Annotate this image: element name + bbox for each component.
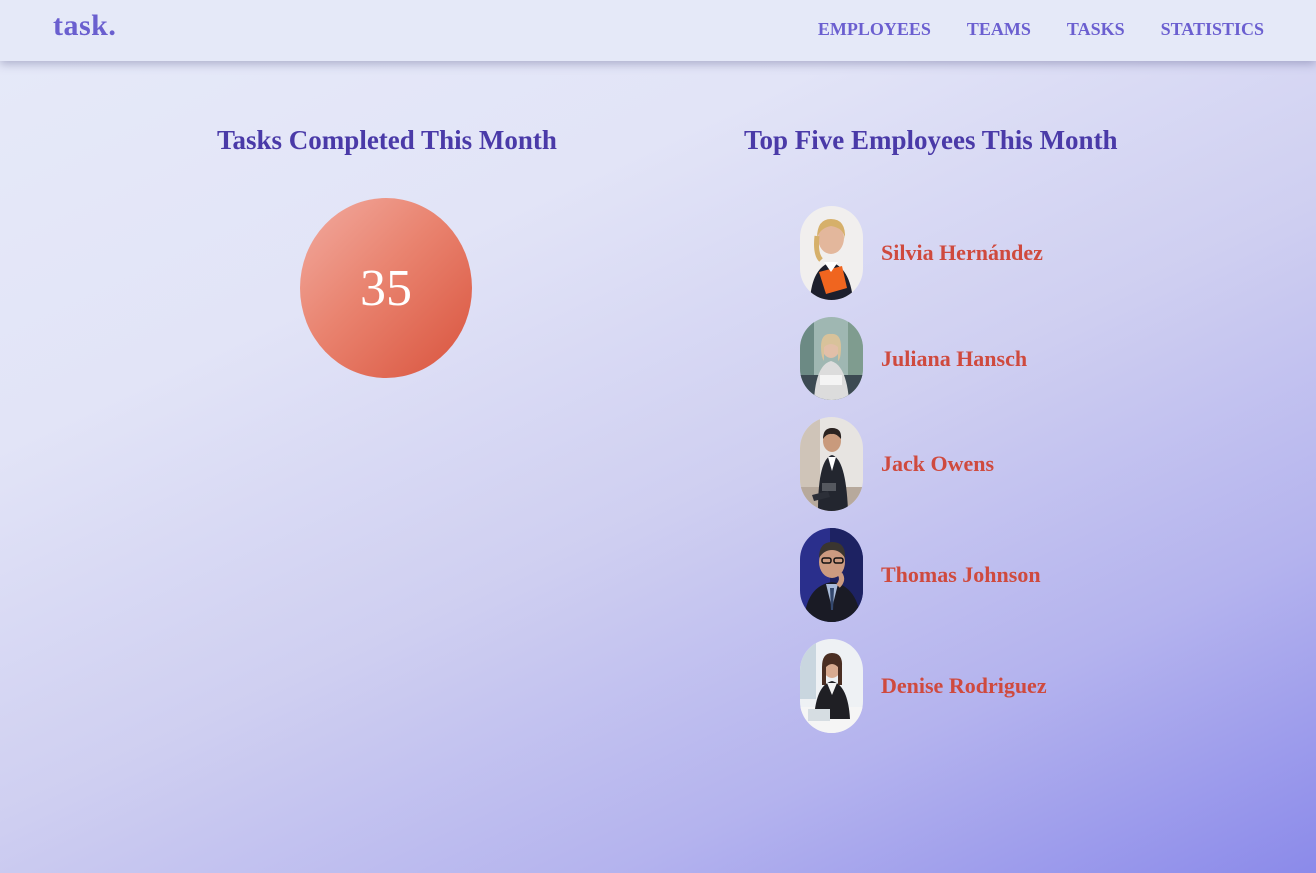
person-photo-icon [800,317,863,400]
top-employees-title: Top Five Employees This Month [744,125,1118,155]
nav-teams[interactable]: TEAMS [967,19,1031,40]
employee-name: Silvia Hernández [881,240,1043,265]
nav-tasks[interactable]: TASKS [1067,19,1125,40]
tasks-count-value: 35 [360,259,412,317]
nav-statistics[interactable]: STATISTICS [1161,19,1264,40]
navbar: task. EMPLOYEES TEAMS TASKS STATISTICS [0,0,1316,61]
tasks-count-circle: 35 [300,198,472,378]
employee-name: Thomas Johnson [881,562,1041,587]
nav-employees[interactable]: EMPLOYEES [818,19,931,40]
person-photo-icon [800,639,863,733]
employee-name: Jack Owens [881,451,995,476]
employee-name: Denise Rodriguez [881,673,1047,698]
tasks-completed-title: Tasks Completed This Month [217,125,557,155]
employee-item-denise-rodriguez[interactable]: Denise Rodriguez [800,639,1047,733]
person-photo-icon [800,206,863,300]
employee-item-thomas-johnson[interactable]: Thomas Johnson [800,528,1041,622]
employee-item-silvia-hernandez[interactable]: Silvia Hernández [800,206,1043,300]
employee-item-jack-owens[interactable]: Jack Owens [800,417,994,511]
employee-name: Juliana Hansch [881,345,1028,371]
person-photo-icon [800,528,863,622]
employee-item-juliana-hansch[interactable]: Juliana Hansch [800,317,1027,400]
main-nav: EMPLOYEES TEAMS TASKS STATISTICS [818,19,1264,40]
person-photo-icon [800,417,863,511]
brand-logo[interactable]: task. [53,9,116,43]
